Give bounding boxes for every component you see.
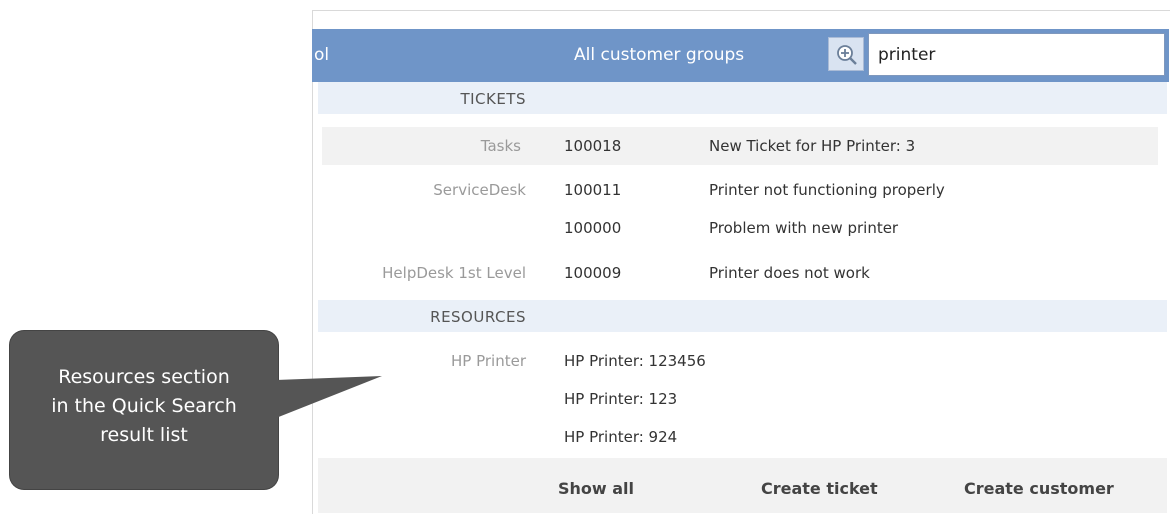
resource-result-row[interactable]: HP Printer: 123	[318, 380, 1167, 418]
ticket-result-row[interactable]: ServiceDesk 100011 Printer not functioni…	[318, 171, 1167, 209]
ticket-category: Tasks	[480, 137, 521, 155]
zoom-in-icon	[837, 45, 857, 65]
search-results-dropdown: TICKETS Tasks 100018 New Ticket for HP P…	[318, 82, 1167, 513]
ticket-number: 100018	[564, 137, 622, 155]
resources-header-label: RESOURCES	[430, 308, 526, 326]
create-customer-link[interactable]: Create customer	[964, 479, 1114, 498]
toolbar-truncated-label: ol	[314, 45, 330, 65]
ticket-description: Printer not functioning properly	[709, 181, 945, 199]
ticket-description: New Ticket for HP Printer: 3	[709, 137, 916, 155]
callout-line: Resources section	[58, 366, 230, 388]
create-ticket-link[interactable]: Create ticket	[761, 479, 878, 498]
ticket-result-row[interactable]: Tasks 100018 New Ticket for HP Printer: …	[322, 127, 1158, 165]
ticket-description: Problem with new printer	[709, 219, 899, 237]
ticket-result-row[interactable]: 100000 Problem with new printer	[318, 209, 1167, 247]
callout-line: in the Quick Search	[51, 395, 237, 417]
quick-search-input[interactable]	[868, 33, 1165, 76]
resource-name: HP Printer: 123	[564, 390, 678, 408]
resource-category: HP Printer	[451, 352, 526, 370]
resource-result-row[interactable]: HP Printer: 924	[318, 418, 1167, 456]
ticket-category: HelpDesk 1st Level	[382, 264, 526, 282]
ticket-number: 100000	[564, 219, 622, 237]
ticket-number: 100011	[564, 181, 622, 199]
callout-text: Resources section in the Quick Search re…	[10, 363, 278, 450]
top-toolbar: ol All customer groups	[312, 29, 1169, 82]
annotation-callout: Resources section in the Quick Search re…	[10, 331, 278, 489]
callout-pointer	[276, 376, 382, 418]
tickets-header-label: TICKETS	[460, 90, 526, 108]
resource-result-row[interactable]: HP Printer HP Printer: 123456	[318, 342, 1167, 380]
resource-name: HP Printer: 924	[564, 428, 678, 446]
ticket-description: Printer does not work	[709, 264, 870, 282]
tickets-section-header: TICKETS	[318, 82, 1167, 114]
ticket-category: ServiceDesk	[433, 181, 526, 199]
results-footer: Show all Create ticket Create customer	[318, 458, 1167, 513]
show-all-link[interactable]: Show all	[558, 479, 634, 498]
resource-name: HP Printer: 123456	[564, 352, 706, 370]
ticket-result-row[interactable]: HelpDesk 1st Level 100009 Printer does n…	[318, 254, 1167, 292]
callout-line: result list	[100, 424, 188, 446]
customer-groups-selector[interactable]: All customer groups	[574, 45, 744, 65]
resources-section-header: RESOURCES	[318, 300, 1167, 332]
zoom-search-button[interactable]	[828, 37, 864, 71]
ticket-number: 100009	[564, 264, 622, 282]
